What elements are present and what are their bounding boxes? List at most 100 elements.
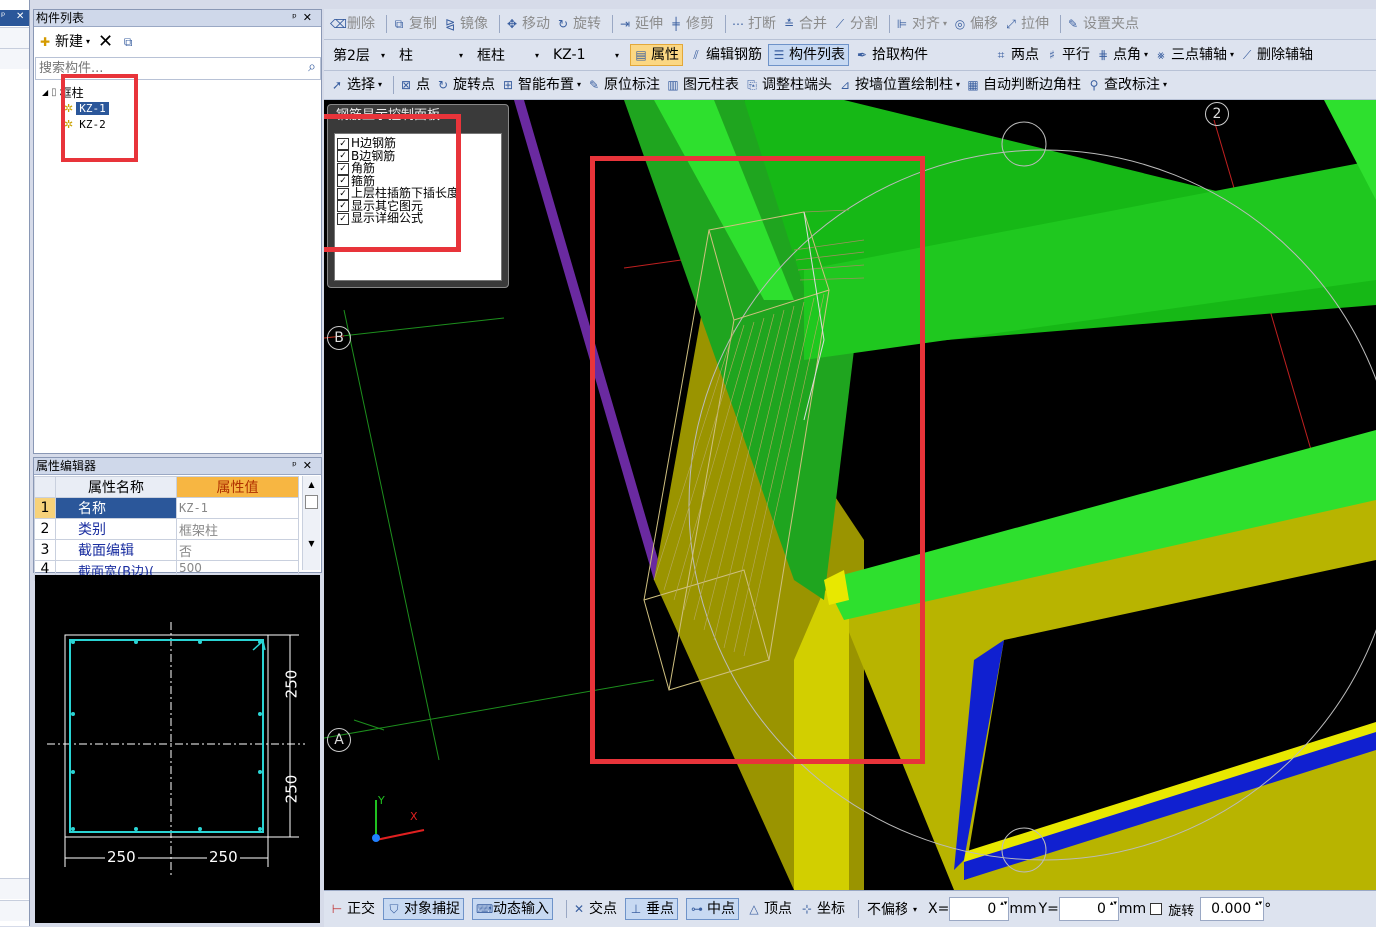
properties-button[interactable]: ▤ 属性	[630, 44, 683, 66]
move-icon: ✥	[506, 17, 518, 31]
property-editor-titlebar: 属性编辑器 ᵖ✕	[34, 458, 321, 475]
copy-button[interactable]: ⧉ 复制	[392, 14, 437, 34]
mirror-button[interactable]: ⧎ 镜像	[443, 14, 488, 34]
point-button[interactable]: ⊠ 点	[399, 75, 430, 95]
dim-label: 250	[282, 669, 301, 699]
merge-button[interactable]: ≛ 合并	[782, 14, 827, 34]
scroll-up-icon[interactable]: ▲	[303, 480, 320, 489]
edit-rebar-button[interactable]: ⫽ 编辑钢筋	[689, 45, 762, 65]
delete-icon[interactable]: ✕	[98, 32, 113, 52]
pin-icon[interactable]: ᵖ	[292, 459, 303, 472]
adjust-head-button[interactable]: ⎘ 调整柱端头	[745, 75, 832, 95]
offset-icon: ◎	[954, 17, 966, 31]
close-icon[interactable]: ✕	[16, 11, 24, 22]
in-situ-label-button[interactable]: ✎ 原位标注	[587, 75, 660, 95]
property-value[interactable]: 否	[176, 539, 299, 561]
intersection-toggle[interactable]: ✕ 交点	[572, 899, 617, 919]
rotate-point-button[interactable]: ↻ 旋转点	[436, 75, 495, 95]
floor-select[interactable]: 第2层 ▾	[330, 45, 388, 65]
stretch-button[interactable]: ⤢ 拉伸	[1004, 14, 1049, 34]
select-button[interactable]: ➚ 选择 ▾	[330, 75, 382, 95]
pick-button[interactable]: ✒ 拾取构件	[855, 45, 928, 65]
pin-icon[interactable]: ᵖ	[292, 11, 303, 24]
subtype-select[interactable]: 框柱 ▾	[474, 45, 542, 65]
move-button[interactable]: ✥ 移动	[505, 14, 550, 34]
property-header-row: 属性名称 属性值	[34, 476, 299, 498]
intersection-icon: ✕	[573, 902, 585, 916]
extend-button[interactable]: ⇥ 延伸	[618, 14, 663, 34]
smart-layout-button[interactable]: ⊞ 智能布置 ▾	[501, 75, 581, 95]
scroll-down-icon[interactable]: ▼	[303, 539, 320, 548]
search-icon[interactable]: ⌕	[308, 59, 316, 75]
edit-toolbar: ⌫ 删除 ⧉ 复制 ⧎ 镜像 ✥ 移动 ↻ 旋转 ⇥ 延伸 ╪ 修剪 ⋯ 打断 ≛ 合并 ⟋ 分割 …	[324, 9, 1376, 40]
three-point-icon: ⨳	[1157, 48, 1165, 62]
offset-button[interactable]: ◎ 偏移	[953, 14, 998, 34]
left-dock-strip: ᵖ ✕	[0, 0, 30, 926]
section-preview: 250 250 250 250	[35, 575, 320, 923]
row-number: 3	[34, 539, 56, 561]
3d-viewport[interactable]: B A 2 Y X 钢筋显示控制面板 ✓ H边钢筋 ✓ B边钢筋 ✓ 角筋 ✓ 箍筋 ✓…	[324, 100, 1376, 890]
property-value[interactable]: KZ-1	[176, 497, 299, 519]
element-table-button[interactable]: ▥ 图元柱表	[666, 75, 739, 95]
coordinate-toggle[interactable]: ⊹ 坐标	[800, 899, 845, 919]
wall-icon: ⊿	[840, 78, 851, 92]
left-dock-row[interactable]	[0, 48, 29, 69]
highlight-box-column	[590, 156, 925, 764]
left-dock-row[interactable]	[0, 878, 29, 899]
component-select[interactable]: KZ-1 ▾	[550, 45, 622, 65]
close-icon[interactable]: ✕	[303, 11, 318, 24]
type-select[interactable]: 柱 ▾	[396, 45, 466, 65]
vertex-toggle[interactable]: △ 顶点	[747, 899, 792, 919]
draw-by-wall-button[interactable]: ⊿ 按墙位置绘制柱 ▾	[838, 75, 960, 95]
two-points-button[interactable]: ⌗ 两点	[994, 45, 1039, 65]
mirror-icon: ⧎	[444, 17, 456, 31]
three-point-axis-button[interactable]: ⨳ 三点辅轴 ▾	[1154, 45, 1234, 65]
collapse-icon[interactable]: ◢	[42, 88, 48, 97]
x-input[interactable]: 0	[949, 897, 1010, 921]
component-list-button[interactable]: ☰ 构件列表	[768, 44, 849, 66]
delete-button[interactable]: ⌫ 删除	[330, 14, 375, 34]
break-button[interactable]: ⋯ 打断	[731, 14, 776, 34]
pin-icon[interactable]: ᵖ	[1, 11, 5, 22]
auto-corner-button[interactable]: ▦ 自动判断边角柱	[966, 75, 1081, 95]
offset-mode-select[interactable]: 不偏移 ▾	[864, 899, 920, 919]
close-icon[interactable]: ✕	[303, 459, 318, 472]
panel-title: 属性编辑器	[36, 459, 97, 473]
property-row[interactable]: 3 截面编辑 否	[34, 539, 299, 561]
snap-toggle[interactable]: ⛉ 对象捕捉	[383, 898, 464, 920]
check-label-button[interactable]: ⚲ 查改标注 ▾	[1087, 75, 1167, 95]
chevron-down-icon: ▾	[458, 50, 463, 60]
col-value-header: 属性值	[176, 476, 299, 498]
midpoint-icon: ⊶	[691, 902, 703, 916]
unit-label: mm	[1009, 901, 1037, 917]
keyboard-icon: ⌨	[476, 902, 494, 916]
midpoint-toggle[interactable]: ⊶ 中点	[686, 898, 739, 920]
snap-icon: ⛉	[389, 902, 399, 916]
dim-label: 250	[105, 848, 138, 866]
grip-button[interactable]: ✎ 设置夹点	[1066, 14, 1139, 34]
trim-button[interactable]: ╪ 修剪	[669, 14, 714, 34]
perpendicular-toggle[interactable]: ⊥ 垂点	[625, 898, 678, 920]
dynamic-input-toggle[interactable]: ⌨ 动态输入	[472, 898, 553, 920]
left-dock-row[interactable]	[0, 27, 29, 48]
copy-icon[interactable]: ⧉	[121, 35, 135, 49]
property-value[interactable]: 框架柱	[176, 518, 299, 540]
parallel-button[interactable]: ♯ 平行	[1045, 45, 1090, 65]
align-button[interactable]: ⊫ 对齐 ▾	[895, 14, 947, 34]
property-row[interactable]: 2 类别 框架柱	[34, 518, 299, 540]
new-button[interactable]: ✚ 新建 ▾	[38, 32, 90, 52]
scroll-thumb[interactable]	[305, 495, 318, 509]
property-row[interactable]: 1 名称 KZ-1	[34, 497, 299, 519]
split-button[interactable]: ⟋ 分割	[833, 14, 878, 34]
property-scrollbar[interactable]: ▲ ▼	[302, 476, 320, 570]
rotate-checkbox[interactable]	[1150, 903, 1163, 915]
rotate-button[interactable]: ↻ 旋转	[556, 14, 601, 34]
delete-axis-icon: ⟋	[1242, 48, 1252, 62]
degree-label: °	[1264, 901, 1272, 917]
ortho-toggle[interactable]: ⊢ 正交	[330, 899, 375, 919]
point-angle-button[interactable]: ⋕ 点角 ▾	[1096, 45, 1148, 65]
left-dock-row[interactable]	[0, 900, 29, 921]
delete-axis-button[interactable]: ⟋ 删除辅轴	[1240, 45, 1313, 65]
y-input[interactable]: 0	[1058, 897, 1119, 921]
rotate-input[interactable]: 0.000	[1200, 897, 1265, 921]
